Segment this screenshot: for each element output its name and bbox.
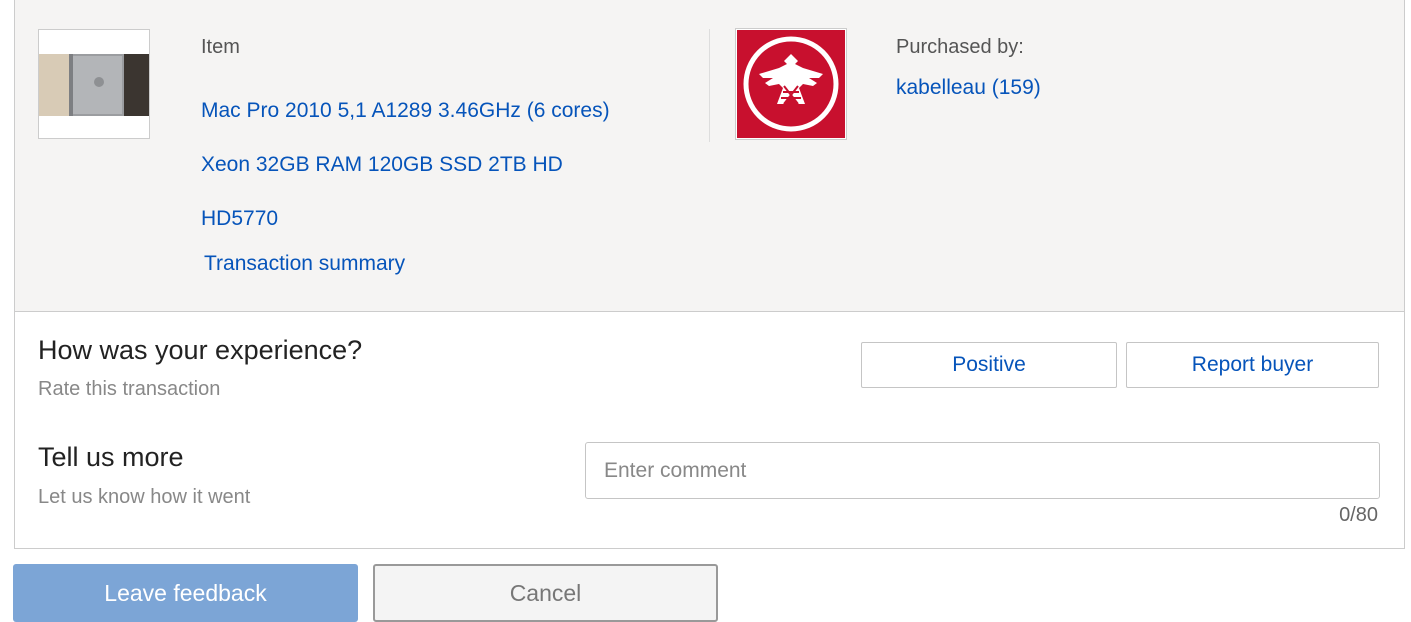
experience-heading: How was your experience? [38, 335, 363, 365]
comment-input[interactable] [585, 442, 1380, 499]
transaction-panel: Item Mac Pro 2010 5,1 A1289 3.46GHz (6 c… [15, 0, 1404, 312]
buyer-avatar[interactable] [735, 28, 847, 140]
positive-button[interactable]: Positive [861, 342, 1117, 388]
buyer-name-link[interactable]: kabelleau (159) [896, 76, 1041, 100]
character-counter: 0/80 [1339, 504, 1378, 526]
thunderbird-emblem-icon [737, 30, 845, 138]
item-title-line-1[interactable]: Mac Pro 2010 5,1 A1289 3.46GHz (6 cores) [201, 99, 610, 123]
item-thumbnail[interactable] [38, 29, 150, 139]
purchased-by-label: Purchased by: [896, 36, 1024, 58]
item-label: Item [201, 36, 240, 58]
item-title-line-2[interactable]: Xeon 32GB RAM 120GB SSD 2TB HD [201, 153, 563, 177]
item-title-line-3[interactable]: HD5770 [201, 207, 278, 231]
feedback-card: Item Mac Pro 2010 5,1 A1289 3.46GHz (6 c… [14, 0, 1405, 549]
panel-divider [709, 29, 710, 142]
mac-pro-photo [39, 54, 149, 116]
tell-us-more-heading: Tell us more [38, 442, 184, 472]
leave-feedback-button[interactable]: Leave feedback [13, 564, 358, 622]
experience-subheading: Rate this transaction [38, 378, 221, 400]
tell-us-more-subheading: Let us know how it went [38, 486, 251, 508]
cancel-button[interactable]: Cancel [373, 564, 718, 622]
report-buyer-button[interactable]: Report buyer [1126, 342, 1379, 388]
transaction-summary-link[interactable]: Transaction summary [204, 252, 405, 276]
